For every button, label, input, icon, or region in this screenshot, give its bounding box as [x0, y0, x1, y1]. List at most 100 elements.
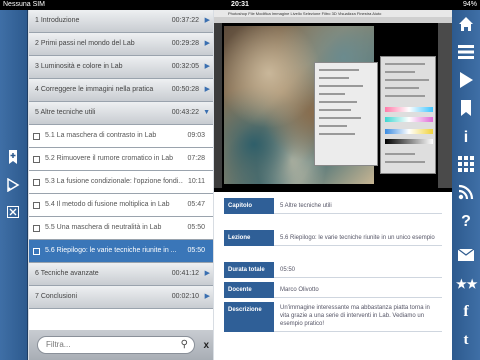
lesson-duration: 05:47: [187, 201, 205, 208]
search-field[interactable]: ⚲: [37, 336, 195, 354]
clear-filter-button[interactable]: x: [203, 340, 209, 351]
chapter-label: 4 Correggere le immagini nella pratica: [35, 86, 154, 93]
chapter-row[interactable]: 3 Luminosità e colore in Lab 00:32:05 ▶: [29, 56, 213, 79]
search-input[interactable]: [46, 340, 176, 349]
chapter-label: 3 Luminosità e colore in Lab: [35, 63, 123, 70]
info-key: Descrizione: [224, 302, 274, 332]
chapter-duration: 00:50:28: [171, 86, 199, 93]
ps-options-bar: [214, 17, 452, 23]
help-icon[interactable]: ?: [456, 212, 476, 232]
chapter-row[interactable]: 4 Correggere le immagini nella pratica 0…: [29, 79, 213, 102]
checkbox-icon[interactable]: [33, 156, 40, 163]
chevron-right-icon: ▶: [204, 86, 210, 93]
lesson-row[interactable]: 5.4 Il metodo di fusione moltiplica in L…: [29, 194, 213, 217]
search-icon[interactable]: ⚲: [181, 339, 188, 350]
chevron-right-icon: ▶: [204, 17, 210, 24]
play-icon[interactable]: [456, 72, 476, 92]
facebook-icon[interactable]: f: [456, 302, 476, 322]
lesson-label: 5.2 Rimuovere il rumore cromatico in Lab: [45, 155, 173, 162]
checkbox-icon[interactable]: [33, 179, 40, 186]
clock: 20:31: [231, 1, 249, 8]
lesson-row[interactable]: 5.3 La fusione condizionale: l'opzione f…: [29, 171, 213, 194]
left-toolbar: [0, 10, 28, 360]
rating-stars-icon[interactable]: ★★: [456, 274, 478, 294]
lesson-row[interactable]: 5.2 Rimuovere il rumore cromatico in Lab…: [29, 148, 213, 171]
info-value: Un'immagine interessante ma abbastanza p…: [280, 305, 430, 327]
home-icon[interactable]: [456, 16, 476, 36]
checkbox-icon[interactable]: [33, 225, 40, 232]
chapter-label: 7 Conclusioni: [35, 293, 78, 300]
info-value: 5.6 Riepilogo: le varie tecniche riunite…: [280, 235, 435, 241]
chapter-duration: 00:02:10: [171, 293, 199, 300]
ps-dialog: [314, 62, 378, 166]
lesson-list: 1 Introduzione 00:37:22 ▶ 2 Primi passi …: [29, 10, 213, 330]
chapter-row[interactable]: 1 Introduzione 00:37:22 ▶: [29, 10, 213, 33]
chapter-label: 5 Altre tecniche utili: [35, 109, 96, 116]
bookmark-add-icon[interactable]: [5, 150, 21, 166]
lesson-row-active[interactable]: 5.6 Riepilogo: le varie tecniche riunite…: [29, 240, 213, 263]
chapter-duration: 00:29:28: [171, 40, 199, 47]
info-key: Lezione: [224, 230, 274, 246]
chapter-row[interactable]: 6 Tecniche avanzate 00:41:12 ▶: [29, 263, 213, 286]
close-icon[interactable]: [5, 206, 21, 222]
chapter-duration: 00:37:22: [171, 17, 199, 24]
twitter-icon[interactable]: t: [456, 330, 476, 350]
info-row-teacher: Docente Marco Olivotto: [224, 282, 442, 298]
lesson-label: 5.4 Il metodo di fusione moltiplica in L…: [45, 201, 170, 208]
lesson-duration: 07:28: [187, 155, 205, 162]
playing-icon: [33, 248, 40, 255]
lesson-duration: 05:50: [187, 247, 205, 254]
right-toolbar: i ? ★★ f t: [452, 10, 480, 360]
lesson-row[interactable]: 5.5 Una maschera di neutralità in Lab 05…: [29, 217, 213, 240]
chapter-row[interactable]: 2 Primi passi nel mondo del Lab 00:29:28…: [29, 33, 213, 56]
lesson-duration: 05:50: [187, 224, 205, 231]
info-value: 5 Altre tecniche utili: [280, 203, 332, 209]
checkbox-icon[interactable]: [33, 133, 40, 140]
info-icon[interactable]: i: [456, 128, 476, 148]
video-player[interactable]: Photoshop File Modifica Immagine Livello…: [214, 10, 452, 188]
search-bar: ⚲ x: [29, 330, 213, 360]
rss-icon[interactable]: [456, 184, 476, 204]
lesson-row[interactable]: 5.1 La maschera di contrasto in Lab 09:0…: [29, 125, 213, 148]
lesson-label: 5.5 Una maschera di neutralità in Lab: [45, 224, 162, 231]
battery-label: 94%: [462, 1, 477, 8]
list-icon[interactable]: [456, 44, 476, 64]
lesson-label: 5.6 Riepilogo: le varie tecniche riunite…: [45, 247, 177, 254]
chapter-duration: 00:32:05: [171, 63, 199, 70]
ps-adjustments-panel: [380, 56, 436, 174]
lesson-duration: 10:11: [188, 178, 205, 185]
chevron-right-icon: ▶: [204, 270, 210, 277]
chevron-right-icon: ▶: [204, 40, 210, 47]
info-value: 05:50: [280, 267, 296, 273]
chapter-label: 1 Introduzione: [35, 17, 80, 24]
lesson-info-panel: Capitolo 5 Altre tecniche utili Lezione …: [214, 188, 452, 360]
ps-tools-panel: [214, 23, 222, 188]
info-row-chapter: Capitolo 5 Altre tecniche utili: [224, 198, 442, 214]
grid-icon[interactable]: [456, 156, 476, 176]
bookmark-icon[interactable]: [456, 100, 476, 120]
lesson-duration: 09:03: [187, 132, 205, 139]
chapter-row[interactable]: 5 Altre tecniche utili 00:43:22 ▼: [29, 102, 213, 125]
chevron-right-icon: ▶: [204, 63, 210, 70]
chapter-row[interactable]: 7 Conclusioni 00:02:10 ▶: [29, 286, 213, 309]
info-key: Durata totale: [224, 262, 274, 278]
ps-menubar: Photoshop File Modifica Immagine Livello…: [214, 10, 452, 17]
info-row-lesson: Lezione 5.6 Riepilogo: le varie tecniche…: [224, 230, 442, 246]
chevron-right-icon: ▶: [204, 293, 210, 300]
info-value: Marco Olivotto: [280, 287, 319, 293]
chapter-label: 6 Tecniche avanzate: [35, 270, 99, 277]
info-row-duration: Durata totale 05:50: [224, 262, 442, 278]
chevron-down-icon: ▼: [203, 109, 210, 116]
status-bar: Nessuna SIM 20:31 94%: [0, 0, 480, 10]
lesson-label: 5.1 La maschera di contrasto in Lab: [45, 132, 157, 139]
chapter-duration: 00:41:12: [171, 270, 199, 277]
mail-icon[interactable]: [456, 246, 476, 266]
checkbox-icon[interactable]: [33, 202, 40, 209]
chapter-label: 2 Primi passi nel mondo del Lab: [35, 40, 135, 47]
info-key: Docente: [224, 282, 274, 298]
chapter-duration: 00:43:22: [171, 109, 199, 116]
ps-dock: [438, 23, 452, 188]
play-list-icon[interactable]: [5, 177, 21, 194]
info-key: Capitolo: [224, 198, 274, 214]
info-row-description: Descrizione Un'immagine interessante ma …: [224, 302, 442, 332]
